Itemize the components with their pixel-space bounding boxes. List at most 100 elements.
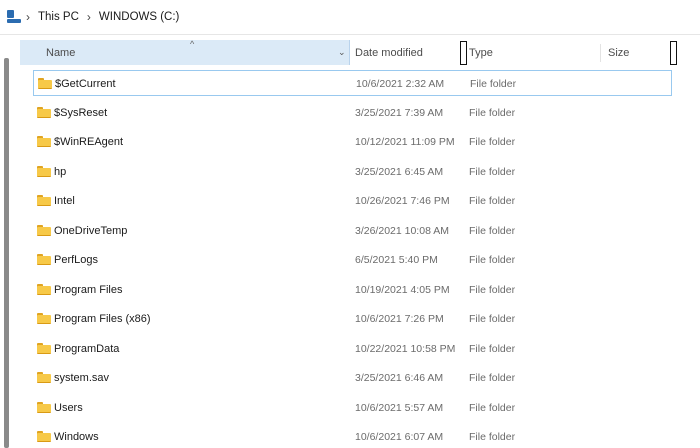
item-date-modified: 10/22/2021 10:58 PM: [355, 342, 456, 355]
item-name: PerfLogs: [54, 254, 99, 266]
item-type: File folder: [469, 106, 516, 119]
folder-icon: [38, 78, 52, 89]
sort-ascending-icon: ^: [190, 39, 195, 49]
list-item[interactable]: Users 10/6/2021 5:57 AM File folder: [33, 395, 672, 421]
column-header-size-label: Size: [608, 46, 630, 59]
list-item[interactable]: system.sav 3/25/2021 6:46 AM File folder: [33, 365, 672, 391]
address-bar[interactable]: › This PC › WINDOWS (C:): [0, 0, 700, 34]
item-date-modified: 6/5/2021 5:40 PM: [355, 254, 438, 266]
item-name: $SysReset: [54, 106, 108, 119]
item-date-modified: 10/6/2021 6:07 AM: [355, 431, 444, 443]
breadcrumb-separator[interactable]: ›: [82, 10, 96, 24]
item-size: [608, 336, 668, 362]
folder-icon: [37, 224, 51, 236]
item-size: [608, 277, 668, 303]
list-item[interactable]: hp 3/25/2021 6:45 AM File folder: [33, 159, 672, 185]
column-header-date-label: Date modified: [355, 46, 423, 59]
breadcrumb-windows-c[interactable]: WINDOWS (C:): [96, 11, 182, 23]
item-name: Program Files: [54, 283, 123, 296]
column-header-row: ^ Name ⌄ Date modified Type Size: [20, 39, 700, 65]
this-pc-icon[interactable]: [7, 10, 21, 24]
item-name: Program Files (x86): [54, 313, 151, 325]
item-type: File folder: [469, 283, 516, 296]
item-date-modified: 10/6/2021 2:32 AM: [356, 78, 445, 90]
item-date-modified: 3/25/2021 6:45 AM: [355, 165, 444, 178]
item-date-modified: 3/25/2021 7:39 AM: [355, 106, 444, 119]
item-size: [608, 129, 668, 155]
folder-icon: [37, 431, 51, 442]
item-name: $GetCurrent: [55, 78, 116, 90]
item-name: $WinREAgent: [54, 136, 124, 148]
item-name: system.sav: [54, 372, 110, 384]
item-type: File folder: [470, 78, 517, 90]
item-size: [609, 71, 669, 97]
item-type: File folder: [469, 342, 516, 355]
folder-icon: [37, 372, 51, 383]
item-type: File folder: [469, 195, 516, 207]
folder-icon: [37, 401, 51, 413]
address-divider: [0, 34, 700, 35]
item-type: File folder: [469, 224, 516, 237]
list-item[interactable]: Program Files 10/19/2021 4:05 PM File fo…: [33, 277, 672, 303]
item-type: File folder: [469, 372, 516, 384]
column-divider[interactable]: [600, 44, 601, 62]
column-header-type-label: Type: [469, 46, 493, 59]
item-size: [608, 159, 668, 185]
column-header-type[interactable]: Type: [469, 40, 594, 65]
item-type: File folder: [469, 313, 516, 325]
item-name: hp: [54, 165, 67, 178]
item-type: File folder: [469, 431, 516, 443]
folder-icon: [37, 136, 51, 147]
list-item[interactable]: $WinREAgent 10/12/2021 11:09 PM File fol…: [33, 129, 672, 155]
list-item[interactable]: Intel 10/26/2021 7:46 PM File folder: [33, 188, 672, 214]
item-type: File folder: [469, 401, 516, 414]
column-header-name[interactable]: ^ Name ⌄: [20, 39, 350, 65]
item-date-modified: 10/26/2021 7:46 PM: [355, 195, 450, 207]
folder-icon: [37, 106, 51, 118]
item-size: [608, 218, 668, 244]
item-type: File folder: [469, 136, 516, 148]
item-size: [608, 247, 668, 273]
column-header-name-label: Name: [46, 46, 76, 59]
item-name: Users: [54, 401, 83, 414]
breadcrumb-separator[interactable]: ›: [21, 10, 35, 24]
list-item[interactable]: Windows 10/6/2021 6:07 AM File folder: [33, 424, 672, 448]
list-item[interactable]: PerfLogs 6/5/2021 5:40 PM File folder: [33, 247, 672, 273]
folder-icon: [37, 195, 51, 206]
column-header-size[interactable]: Size: [608, 40, 668, 65]
navigation-pane-scrollbar[interactable]: [4, 58, 9, 448]
item-date-modified: 3/26/2021 10:08 AM: [355, 224, 449, 237]
chevron-down-icon[interactable]: ⌄: [338, 47, 346, 58]
list-item[interactable]: $GetCurrent 10/6/2021 2:32 AM File folde…: [33, 70, 672, 96]
list-item[interactable]: Program Files (x86) 10/6/2021 7:26 PM Fi…: [33, 306, 672, 332]
column-resize-handle[interactable]: [670, 41, 677, 65]
item-date-modified: 10/12/2021 11:09 PM: [355, 136, 455, 148]
item-date-modified: 10/6/2021 5:57 AM: [355, 401, 444, 414]
item-name: Intel: [54, 195, 75, 207]
list-item[interactable]: $SysReset 3/25/2021 7:39 AM File folder: [33, 100, 672, 126]
folder-icon: [37, 165, 51, 177]
item-type: File folder: [469, 254, 516, 266]
item-size: [608, 188, 668, 214]
column-resize-handle[interactable]: [460, 41, 467, 65]
item-size: [608, 424, 668, 448]
item-size: [608, 365, 668, 391]
item-size: [608, 395, 668, 421]
list-item[interactable]: OneDriveTemp 3/26/2021 10:08 AM File fol…: [33, 218, 672, 244]
list-item[interactable]: ProgramData 10/22/2021 10:58 PM File fol…: [33, 336, 672, 362]
item-size: [608, 100, 668, 126]
folder-icon: [37, 342, 51, 354]
item-size: [608, 306, 668, 332]
folder-icon: [37, 283, 51, 295]
item-type: File folder: [469, 165, 516, 178]
item-date-modified: 10/19/2021 4:05 PM: [355, 283, 450, 296]
item-name: ProgramData: [54, 342, 120, 355]
folder-icon: [37, 313, 51, 324]
item-date-modified: 10/6/2021 7:26 PM: [355, 313, 444, 325]
breadcrumb-this-pc[interactable]: This PC: [35, 11, 82, 23]
folder-icon: [37, 254, 51, 265]
item-name: Windows: [54, 431, 99, 443]
item-name: OneDriveTemp: [54, 224, 128, 237]
column-header-date-modified[interactable]: Date modified: [355, 40, 460, 65]
item-date-modified: 3/25/2021 6:46 AM: [355, 372, 444, 384]
